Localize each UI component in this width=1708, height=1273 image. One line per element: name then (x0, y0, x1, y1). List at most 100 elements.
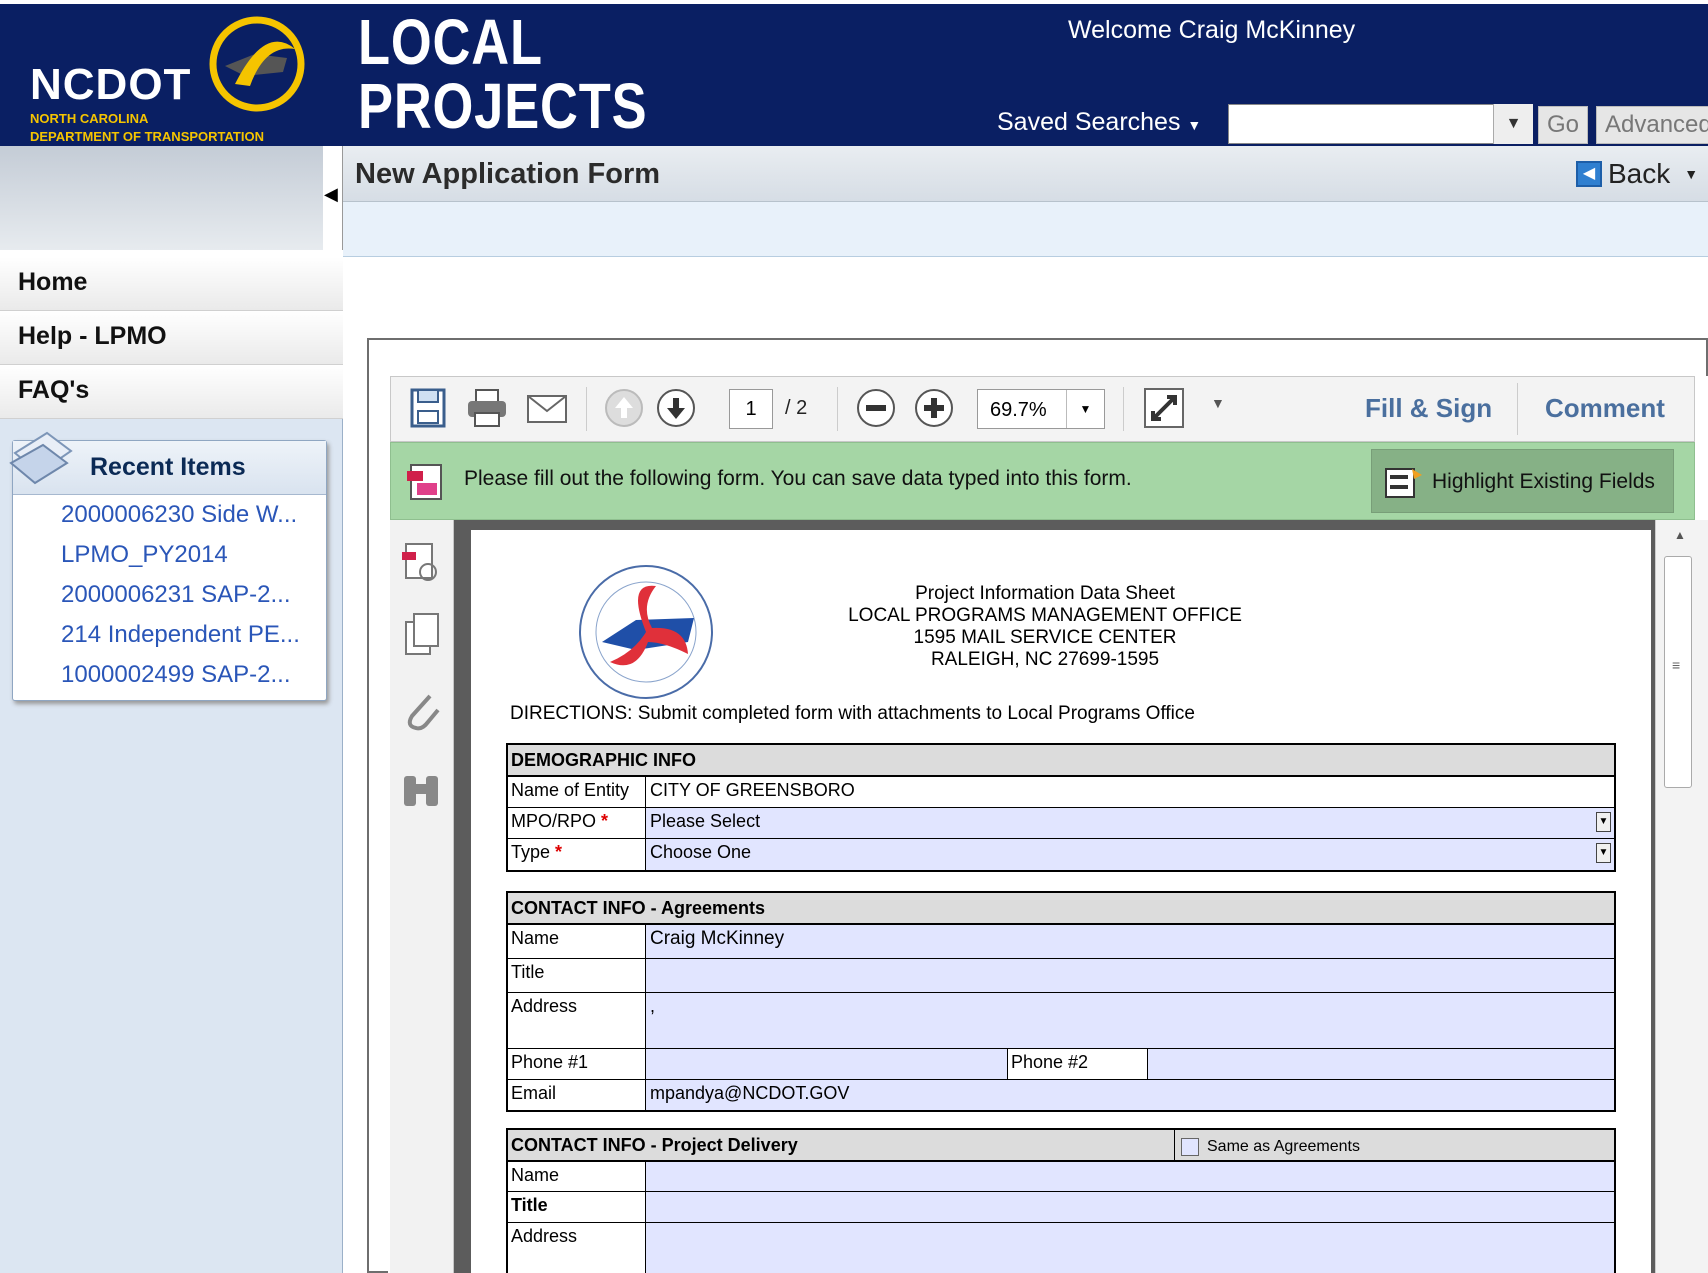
field-label: Name (508, 925, 646, 958)
search-input[interactable] (1228, 104, 1533, 144)
zoom-in-icon[interactable] (913, 387, 955, 429)
form-row: Name Craig McKinney (508, 925, 1614, 959)
pdf-toolbar: 1 / 2 69.7% ▼ ▼ Fill & Sign Comment (390, 376, 1695, 442)
back-button[interactable]: ◀ Back ▼ (1576, 158, 1698, 190)
email-icon[interactable] (525, 387, 569, 429)
type-value: Choose One (650, 842, 752, 862)
page-number-input[interactable]: 1 (729, 389, 773, 429)
delivery-address-field[interactable] (646, 1223, 1614, 1273)
delivery-title-field[interactable] (646, 1192, 1614, 1222)
app-title-line2: PROJECTS (358, 70, 648, 142)
nav-item-home[interactable]: Home (0, 257, 343, 311)
form-heading: Project Information Data Sheet LOCAL PRO… (740, 583, 1350, 671)
field-label: MPO/RPO * (508, 808, 646, 838)
app-title: LOCAL PROJECTS (358, 10, 647, 138)
form-row: Name (508, 1162, 1614, 1192)
field-label: Email (508, 1080, 646, 1110)
field-label: Title (508, 959, 646, 992)
ncdot-emblem-icon (209, 16, 305, 112)
agreements-email-field[interactable]: mpandya@NCDOT.GOV (646, 1080, 1614, 1110)
print-icon[interactable] (465, 387, 509, 429)
form-row: Title (508, 1192, 1614, 1223)
nav-item-help[interactable]: Help - LPMO (0, 311, 343, 365)
zoom-select[interactable]: 69.7% ▼ (977, 389, 1105, 429)
back-arrow-icon: ◀ (1576, 161, 1602, 187)
app-title-line1: LOCAL (358, 6, 543, 78)
save-icon[interactable] (409, 387, 447, 429)
caret-down-icon: ▼ (1684, 166, 1699, 182)
mpo-rpo-value: Please Select (650, 811, 761, 831)
agreements-address-field[interactable]: , (646, 993, 1614, 1048)
field-label: Phone #1 (508, 1049, 646, 1079)
collapse-sidebar-button[interactable]: ◀ (323, 146, 343, 250)
zoom-out-icon[interactable] (855, 387, 897, 429)
sub-toolbar (343, 202, 1708, 257)
phone1-field[interactable] (646, 1049, 1008, 1079)
form-info-bar: Please fill out the following form. You … (390, 442, 1695, 520)
field-label: Phone #2 (1008, 1049, 1148, 1079)
scroll-up-icon[interactable]: ▲ (1674, 528, 1686, 542)
highlight-fields-button[interactable]: Highlight Existing Fields (1371, 449, 1674, 513)
type-label-text: Type (511, 842, 551, 862)
copy-pages-icon[interactable] (402, 612, 442, 658)
page-titlebar: New Application Form ◀ Back ▼ (343, 146, 1708, 202)
recent-item[interactable]: 2000006231 SAP-2... (13, 575, 326, 615)
recent-item[interactable]: LPMO_PY2014 (13, 535, 326, 575)
phone2-field[interactable] (1148, 1049, 1614, 1079)
agreements-name-field[interactable]: Craig McKinney (646, 925, 1614, 958)
caret-down-icon: ▼ (1066, 390, 1104, 428)
vertical-scrollbar[interactable]: ▲ ≡ (1655, 520, 1708, 1273)
field-label: Name of Entity (508, 777, 646, 807)
recent-items-header: Recent Items (9, 431, 326, 495)
search-dropdown-button[interactable]: ▼ (1493, 104, 1533, 144)
mpo-label-text: MPO/RPO (511, 811, 597, 831)
delivery-name-field[interactable] (646, 1162, 1614, 1191)
recent-item[interactable]: 1000002499 SAP-2... (13, 655, 326, 695)
fullscreen-icon[interactable] (1143, 387, 1185, 429)
nav-item-faq[interactable]: FAQ's (0, 365, 343, 419)
section-header: CONTACT INFO - Project Delivery Same as … (508, 1130, 1614, 1162)
form-document-icon (407, 464, 442, 500)
previous-page-icon[interactable] (603, 387, 645, 429)
sidebar-header (0, 146, 343, 250)
mpo-rpo-select[interactable]: Please Select ▼ (646, 808, 1614, 838)
ncdot-logo[interactable]: NCDOT NORTH CAROLINA DEPARTMENT OF TRANS… (0, 4, 343, 150)
scroll-thumb[interactable]: ≡ (1664, 556, 1692, 788)
recent-items-title: Recent Items (90, 453, 246, 481)
highlight-fields-icon (1385, 468, 1422, 498)
search-binoculars-icon[interactable] (400, 770, 444, 810)
caret-down-icon: ▼ (1505, 115, 1522, 132)
section-header: CONTACT INFO - Agreements (508, 893, 1614, 925)
scroll-grip-icon: ≡ (1672, 657, 1681, 673)
contact-delivery-section: CONTACT INFO - Project Delivery Same as … (506, 1128, 1616, 1273)
caret-down-icon: ▼ (1187, 117, 1202, 133)
section-header-title: CONTACT INFO - Project Delivery (511, 1135, 798, 1155)
entity-name-field[interactable]: CITY OF GREENSBORO (646, 777, 1614, 807)
same-as-agreements-checkbox[interactable]: Same as Agreements (1174, 1130, 1360, 1160)
form-heading-line2: LOCAL PROGRAMS MANAGEMENT OFFICE (848, 605, 1242, 626)
logo-subtitle-line2: DEPARTMENT OF TRANSPORTATION (30, 129, 264, 144)
field-label: Address (508, 1223, 646, 1273)
comment-button[interactable]: Comment (1545, 393, 1665, 424)
agreements-title-field[interactable] (646, 959, 1614, 992)
dropdown-arrow-icon: ▼ (1596, 812, 1611, 832)
page-thumbnails-icon[interactable] (400, 540, 444, 588)
next-page-icon[interactable] (655, 387, 697, 429)
sidebar-nav: Home Help - LPMO FAQ's (0, 257, 343, 419)
form-row: Name of Entity CITY OF GREENSBORO (508, 777, 1614, 808)
recent-item[interactable]: 214 Independent PE... (13, 615, 326, 655)
type-select[interactable]: Choose One ▼ (646, 839, 1614, 870)
attachment-icon[interactable] (402, 688, 442, 734)
form-row: Phone #1 Phone #2 (508, 1049, 1614, 1080)
recent-item[interactable]: 2000006230 Side W... (13, 495, 326, 535)
form-row: Email mpandya@NCDOT.GOV (508, 1080, 1614, 1110)
form-heading-line4: RALEIGH, NC 27699-1595 (930, 649, 1160, 670)
advanced-search-button[interactable]: Advanced (1596, 106, 1708, 144)
documents-icon (9, 431, 73, 485)
field-label: Name (508, 1162, 646, 1191)
toolbar-overflow-icon[interactable]: ▼ (1211, 395, 1225, 411)
go-button[interactable]: Go (1538, 106, 1588, 144)
saved-searches-menu[interactable]: Saved Searches ▼ (997, 108, 1201, 137)
fill-sign-button[interactable]: Fill & Sign (1365, 393, 1492, 424)
page-title: New Application Form (355, 158, 661, 190)
